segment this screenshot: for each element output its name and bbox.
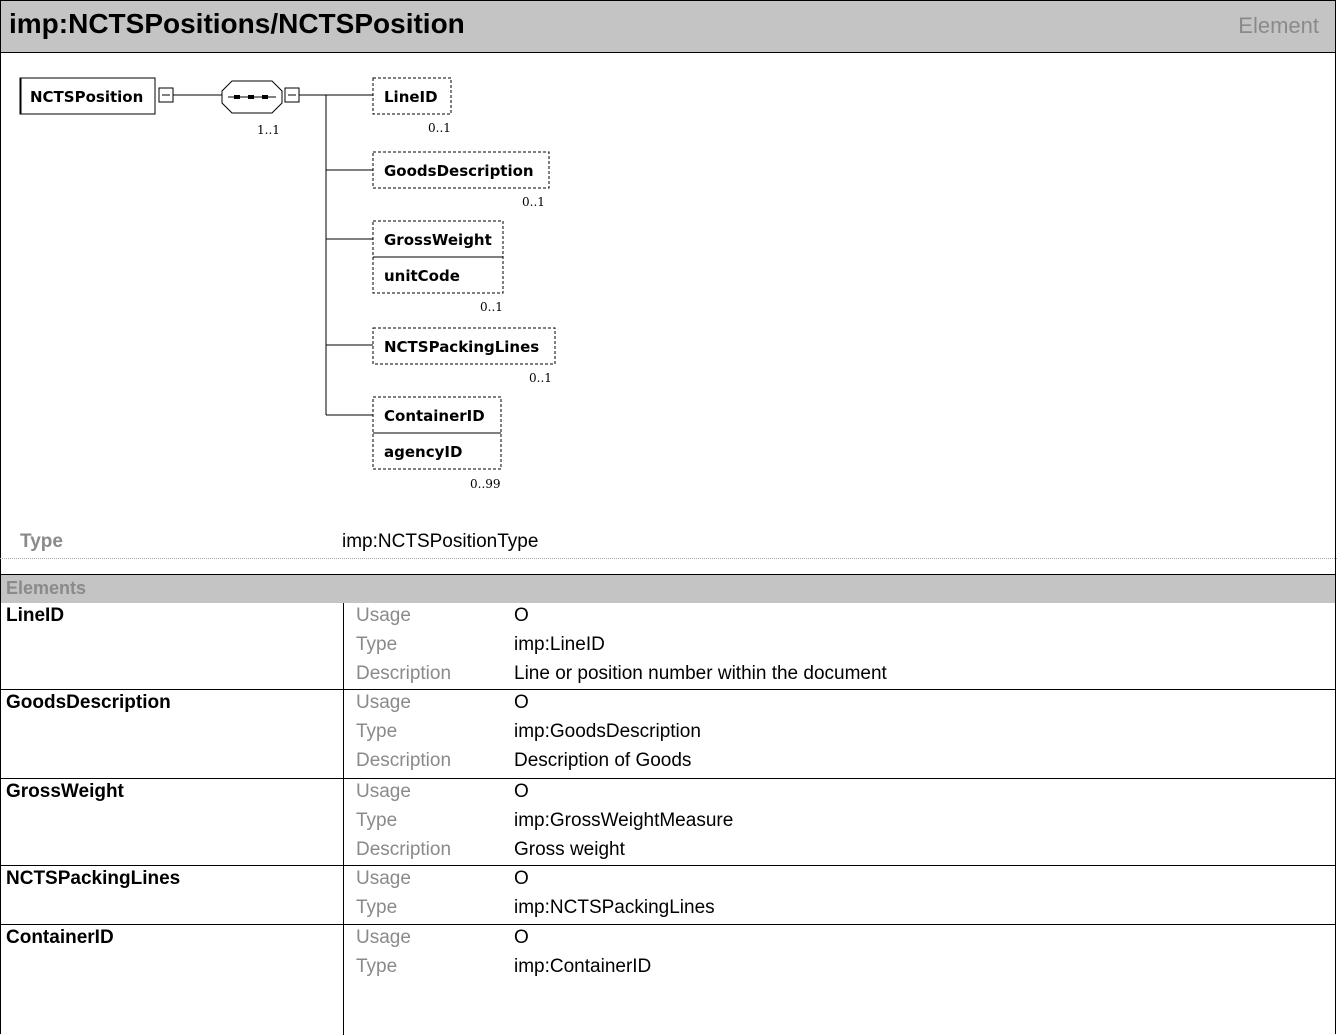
usage-value: O bbox=[514, 692, 529, 713]
child-element-box[interactable]: ContainerID agencyID bbox=[372, 396, 502, 470]
description-label: Description bbox=[356, 750, 452, 771]
type-label: Type bbox=[356, 956, 398, 977]
type-label: Type bbox=[356, 721, 398, 742]
description-field: Description Line or position number with… bbox=[356, 661, 1326, 691]
element-name: GoodsDescription bbox=[6, 692, 171, 713]
type-field: Type imp:NCTSPackingLines bbox=[356, 895, 1326, 925]
type-value: imp:ContainerID bbox=[514, 956, 652, 977]
child-element-label: GoodsDescription bbox=[384, 162, 534, 180]
child-occurrence: 0..1 bbox=[529, 371, 552, 385]
child-occurrence: 0..1 bbox=[480, 300, 503, 314]
description-value: Description of Goods bbox=[514, 750, 692, 771]
element-name: LineID bbox=[6, 605, 65, 626]
table-row: LineID Usage O Type imp:LineID Descripti… bbox=[1, 603, 1335, 690]
component-kind: Element bbox=[1238, 13, 1319, 38]
type-label: Type bbox=[356, 634, 398, 655]
usage-label: Usage bbox=[356, 927, 411, 948]
element-name: GrossWeight bbox=[6, 781, 124, 802]
child-element-box[interactable]: GoodsDescription bbox=[372, 151, 550, 189]
type-field: Type imp:GrossWeightMeasure bbox=[356, 808, 1326, 838]
sequence-compositor-icon[interactable] bbox=[221, 80, 283, 114]
description-label: Description bbox=[356, 839, 452, 860]
usage-field: Usage O bbox=[356, 690, 1326, 720]
usage-value: O bbox=[514, 605, 529, 626]
usage-value: O bbox=[514, 781, 529, 802]
type-label: Type bbox=[356, 810, 398, 831]
child-element-box[interactable]: NCTSPackingLines bbox=[372, 327, 556, 365]
usage-field: Usage O bbox=[356, 866, 1326, 896]
type-value: imp:LineID bbox=[514, 634, 605, 655]
schema-diagram: NCTSPosition 1..1 LineID 0..1 GoodsDescr… bbox=[0, 53, 1337, 523]
child-attribute-label: unitCode bbox=[384, 267, 460, 285]
usage-field: Usage O bbox=[356, 925, 1326, 955]
root-collapse-icon[interactable] bbox=[158, 87, 174, 103]
root-element-box[interactable]: NCTSPosition bbox=[19, 77, 156, 115]
description-field: Description Gross weight bbox=[356, 837, 1326, 867]
sequence-collapse-icon[interactable] bbox=[284, 87, 300, 103]
description-value: Gross weight bbox=[514, 839, 625, 860]
table-row: NCTSPackingLines Usage O Type imp:NCTSPa… bbox=[1, 866, 1335, 925]
elements-header-label: Elements bbox=[6, 578, 87, 598]
child-occurrence: 0..1 bbox=[428, 121, 451, 135]
type-value: imp:GrossWeightMeasure bbox=[514, 810, 734, 831]
type-field: Type imp:ContainerID bbox=[356, 954, 1326, 984]
table-row: GoodsDescription Usage O Type imp:GoodsD… bbox=[1, 690, 1335, 779]
description-label: Description bbox=[356, 663, 452, 684]
description-value: Line or position number within the docum… bbox=[514, 663, 887, 684]
type-field: Type imp:LineID bbox=[356, 632, 1326, 662]
table-row: ContainerID Usage O Type imp:ContainerID bbox=[1, 925, 1335, 1035]
usage-field: Usage O bbox=[356, 779, 1326, 809]
child-attribute-label: agencyID bbox=[384, 443, 462, 461]
column-divider bbox=[343, 690, 344, 778]
usage-value: O bbox=[514, 927, 529, 948]
element-name: ContainerID bbox=[6, 927, 114, 948]
description-field: Description Description of Goods bbox=[356, 748, 1326, 778]
root-element-label: NCTSPosition bbox=[30, 88, 143, 106]
child-element-label: ContainerID bbox=[384, 407, 485, 425]
usage-label: Usage bbox=[356, 781, 411, 802]
child-element-box[interactable]: LineID bbox=[372, 77, 452, 115]
column-divider bbox=[343, 779, 344, 865]
usage-value: O bbox=[514, 868, 529, 889]
sequence-occurrence: 1..1 bbox=[257, 123, 280, 137]
usage-label: Usage bbox=[356, 605, 411, 626]
type-row: Type imp:NCTSPositionType bbox=[0, 525, 1337, 559]
child-element-label: LineID bbox=[384, 88, 438, 106]
column-divider bbox=[343, 866, 344, 924]
child-occurrence: 0..99 bbox=[470, 477, 501, 491]
usage-label: Usage bbox=[356, 868, 411, 889]
child-occurrence: 0..1 bbox=[522, 195, 545, 209]
type-label: Type bbox=[20, 531, 63, 552]
elements-header: Elements bbox=[1, 575, 1335, 603]
child-element-label: NCTSPackingLines bbox=[384, 338, 539, 356]
type-field: Type imp:GoodsDescription bbox=[356, 719, 1326, 749]
child-element-label: GrossWeight bbox=[384, 231, 492, 249]
usage-field: Usage O bbox=[356, 603, 1326, 633]
elements-table: Elements LineID Usage O Type imp:LineID … bbox=[1, 574, 1335, 1035]
type-label: Type bbox=[356, 897, 398, 918]
column-divider bbox=[343, 925, 344, 1035]
table-row: GrossWeight Usage O Type imp:GrossWeight… bbox=[1, 779, 1335, 866]
column-divider bbox=[343, 603, 344, 689]
page-title: imp:NCTSPositions/NCTSPosition bbox=[9, 8, 465, 39]
type-value: imp:NCTSPositionType bbox=[342, 531, 539, 552]
title-bar: imp:NCTSPositions/NCTSPosition Element bbox=[1, 1, 1335, 53]
schema-diagram-svg: NCTSPosition 1..1 LineID 0..1 GoodsDescr… bbox=[19, 77, 556, 491]
element-name: NCTSPackingLines bbox=[6, 868, 181, 889]
type-value: imp:NCTSPackingLines bbox=[514, 897, 715, 918]
usage-label: Usage bbox=[356, 692, 411, 713]
type-value: imp:GoodsDescription bbox=[514, 721, 701, 742]
child-element-box[interactable]: GrossWeight unitCode bbox=[372, 220, 504, 294]
